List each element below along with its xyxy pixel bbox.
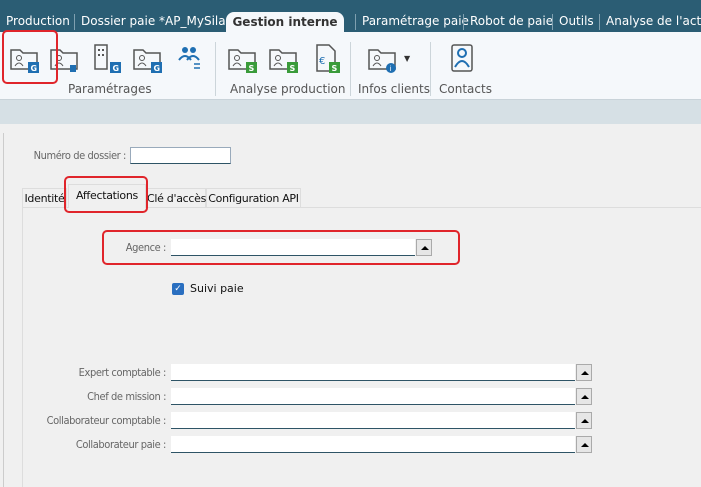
ribbon: G G G S S € Si ▼ Paramétrages Analyse producti… [0,32,701,100]
tab-production[interactable]: Production [6,14,70,28]
tab-parametrage-paie[interactable]: Paramétrage paie [362,14,469,28]
svg-text:€: € [319,56,325,67]
group-label: Contacts [439,82,492,96]
field-dropdown-button[interactable] [576,364,592,381]
folder-search-s-icon[interactable]: S [267,42,299,74]
field-dropdown-button[interactable] [576,412,592,429]
suivi-paie-label: Suivi paie [190,282,244,295]
users-swap-icon[interactable] [174,42,206,74]
svg-text:G: G [154,64,161,73]
tab-analyse-activite[interactable]: Analyse de l'activit [606,14,701,28]
tab-gestion-interne[interactable]: Gestion interne [226,12,344,33]
field-label: Chef de mission : [87,390,166,403]
field-label: Collaborateur paie : [75,438,167,451]
folder-person-info-icon[interactable]: i [366,42,398,74]
folder-lock-g-icon[interactable]: G [131,42,163,74]
field-dropdown-button[interactable] [576,436,592,453]
folder-list-s-icon[interactable]: S [226,42,258,74]
tab-outils[interactable]: Outils [559,14,594,28]
divider [552,14,553,30]
group-label: Paramétrages [68,82,152,96]
tab-configuration-api[interactable]: Configuration API [206,188,301,207]
svg-text:S: S [249,64,255,73]
suivi-paie-checkbox[interactable]: ✓ [172,283,184,295]
group-label: Analyse production [230,82,346,96]
svg-text:S: S [332,64,338,73]
highlight-box [2,30,58,84]
field-dropdown-button[interactable] [576,388,592,405]
chevron-down-icon[interactable]: ▼ [404,54,410,63]
tab-cle-acces[interactable]: Clé d'accès [146,188,206,207]
tab-identite[interactable]: Identité [22,188,67,207]
highlight-box [64,176,148,213]
divider [599,14,600,30]
toolbar-band [0,100,701,124]
field-label: Expert comptable : [78,366,167,379]
dossier-label: Numéro de dossier : [33,149,127,162]
building-g-icon[interactable]: G [90,42,122,74]
tab-robot-de-paie[interactable]: Robot de paie [470,14,553,28]
svg-text:G: G [113,64,120,73]
divider [355,14,356,30]
panel-border [3,133,4,487]
document-euro-s-icon[interactable]: € S [309,42,341,74]
field-input[interactable] [171,364,575,381]
field-input[interactable] [171,412,575,429]
tab-dossier-paie[interactable]: Dossier paie *AP_MySila [81,14,226,28]
menu-bar: Production Dossier paie *AP_MySila Param… [0,0,701,32]
svg-text:i: i [390,65,392,73]
field-input[interactable] [171,436,575,453]
divider [430,42,431,96]
highlight-box [102,230,460,265]
divider [215,42,216,96]
group-label: Infos clients [358,82,430,96]
divider [74,14,75,30]
field-label: Collaborateur comptable : [46,414,167,427]
field-input[interactable] [171,388,575,405]
divider [350,42,351,96]
contact-book-icon[interactable] [446,42,478,74]
divider [463,14,464,30]
dossier-input[interactable] [130,147,231,164]
svg-text:S: S [290,64,296,73]
